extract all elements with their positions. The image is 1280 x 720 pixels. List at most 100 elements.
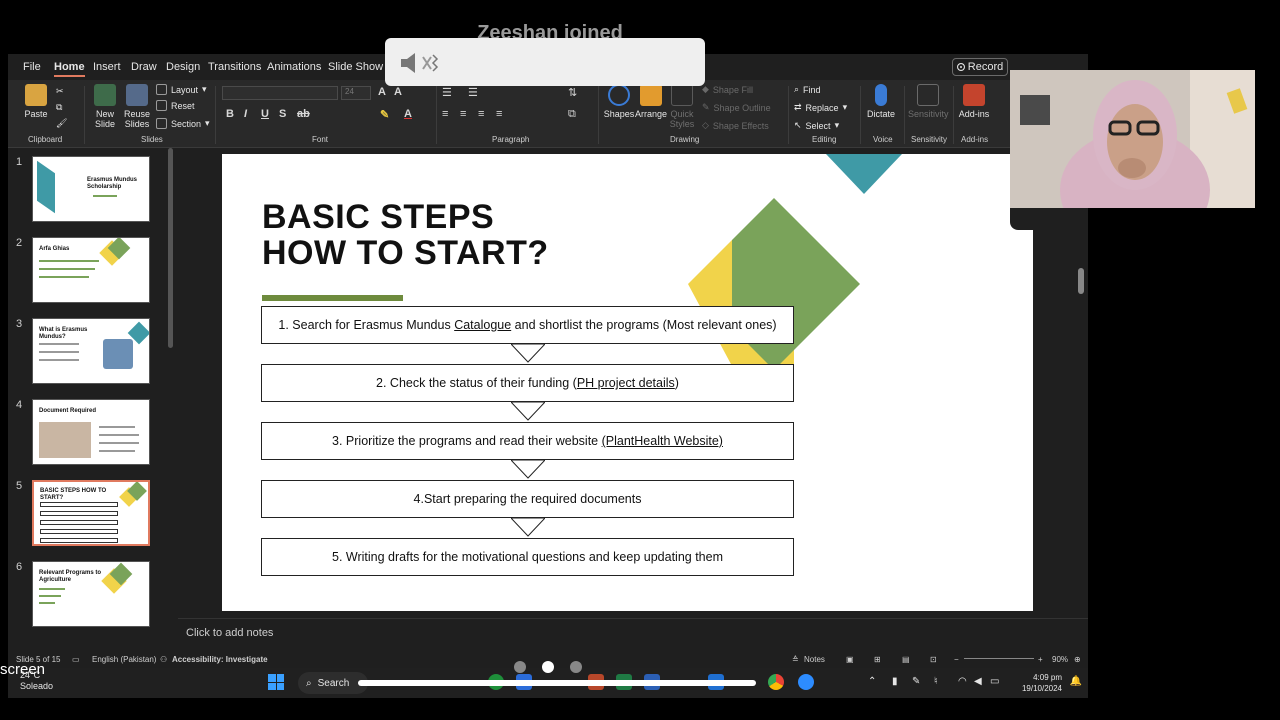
fit-to-window-icon[interactable]: ⊕ <box>1074 655 1081 664</box>
reset-button[interactable]: Reset <box>156 100 195 111</box>
shadow-icon[interactable]: S <box>279 108 286 120</box>
microphone-icon[interactable]: ♮ <box>934 676 938 687</box>
spellcheck-icon[interactable]: ▭ <box>72 655 80 664</box>
reuse-slides-button[interactable]: Reuse Slides <box>122 84 152 129</box>
reset-icon <box>156 100 167 111</box>
strikethrough-icon[interactable]: ab <box>297 108 310 120</box>
notes-pane[interactable]: Click to add notes <box>178 618 1088 648</box>
planthealth-link[interactable]: (PlantHealth Website) <box>602 434 723 448</box>
battery-icon[interactable]: ▭ <box>990 676 999 687</box>
carousel-dot[interactable] <box>570 661 582 673</box>
tab-animations[interactable]: Animations <box>267 61 321 73</box>
underline-icon[interactable]: U <box>261 108 269 120</box>
chrome-icon[interactable] <box>768 674 784 690</box>
step-text: 3. Prioritize the programs and read thei… <box>332 434 602 448</box>
tab-home[interactable]: Home <box>54 61 85 77</box>
slide-title[interactable]: BASIC STEPS HOW TO START? <box>262 199 549 271</box>
record-button[interactable]: Record <box>952 58 1008 76</box>
slide-thumbnail-6[interactable]: Relevant Programs to Agriculture <box>32 561 150 627</box>
slide-thumbnail-3[interactable]: What is Erasmus Mundus? <box>32 318 150 384</box>
numbering-icon[interactable]: ☰ <box>468 86 478 99</box>
justify-icon[interactable]: ≡ <box>496 108 502 120</box>
notification-bell-icon[interactable]: 🔔 <box>1070 676 1082 687</box>
align-left-icon[interactable]: ≡ <box>442 108 448 120</box>
notes-button[interactable]: Notes <box>804 655 825 664</box>
accessibility-status[interactable]: Accessibility: Investigate <box>172 655 268 664</box>
windows-start-icon[interactable] <box>268 674 284 690</box>
pen-icon[interactable]: ✎ <box>912 676 920 687</box>
section-button[interactable]: Section ▾ <box>156 118 210 129</box>
zoom-slider[interactable] <box>964 658 1034 659</box>
slide-thumbnail-1[interactable]: Erasmus Mundus Scholarship <box>32 156 150 222</box>
zoom-app-icon[interactable] <box>798 674 814 690</box>
select-button[interactable]: ↖ Select ▾ <box>794 120 839 131</box>
copy-icon[interactable]: ⧉ <box>56 102 62 113</box>
zoom-out-icon[interactable]: − <box>954 655 959 664</box>
smartart-icon[interactable]: ⧉ <box>568 108 576 121</box>
normal-view-icon[interactable]: ▣ <box>846 655 854 664</box>
tab-draw[interactable]: Draw <box>131 61 157 73</box>
chevron-up-icon[interactable]: ⌃ <box>868 676 876 687</box>
font-name-field[interactable] <box>222 86 338 100</box>
tab-transitions[interactable]: Transitions <box>208 61 261 73</box>
thumbnail-scrollbar[interactable] <box>168 148 173 348</box>
zoom-in-icon[interactable]: + <box>1038 655 1043 664</box>
wifi-icon[interactable]: ◠ <box>958 676 967 687</box>
slide-thumbnail-5[interactable]: BASIC STEPS HOW TO START? <box>31 479 151 547</box>
replace-button[interactable]: ⇄ Replace ▾ <box>794 102 847 113</box>
step-box-1[interactable]: 1. Search for Erasmus Mundus Catalogue a… <box>261 306 794 344</box>
paste-button[interactable]: Paste <box>22 84 50 119</box>
quick-styles-button[interactable]: Quick Styles <box>668 84 696 129</box>
slide-sorter-icon[interactable]: ⊞ <box>874 655 881 664</box>
shape-fill-button[interactable]: ◆ Shape Fill <box>702 84 753 95</box>
ph-project-link[interactable]: PH project details <box>577 376 675 390</box>
tab-insert[interactable]: Insert <box>93 61 121 73</box>
tab-slide-show[interactable]: Slide Show <box>328 61 383 73</box>
bullets-icon[interactable]: ☰ <box>442 86 452 99</box>
slide-thumbnail-2[interactable]: Arfa Ghias <box>32 237 150 303</box>
tab-design[interactable]: Design <box>166 61 200 73</box>
font-color-icon[interactable]: A <box>404 108 412 120</box>
align-right-icon[interactable]: ≡ <box>478 108 484 120</box>
step-box-3[interactable]: 3. Prioritize the programs and read thei… <box>261 422 794 460</box>
sensitivity-button[interactable]: Sensitivity <box>908 84 949 119</box>
slideshow-icon[interactable]: ⊡ <box>930 655 937 664</box>
shapes-button[interactable]: Shapes <box>602 84 636 119</box>
highlight-icon[interactable]: ✎ <box>380 108 389 121</box>
increase-font-icon[interactable]: A <box>378 86 386 98</box>
catalogue-link[interactable]: Catalogue <box>454 318 511 332</box>
layout-button[interactable]: Layout ▾ <box>156 84 207 95</box>
new-slide-button[interactable]: New Slide <box>90 84 120 129</box>
arrange-button[interactable]: Arrange <box>634 84 668 119</box>
zoom-level[interactable]: 90% <box>1052 655 1068 664</box>
text-direction-icon[interactable]: ⇅ <box>568 86 577 99</box>
carousel-dot[interactable] <box>514 661 526 673</box>
cut-icon[interactable]: ✂ <box>56 86 64 97</box>
step-box-4[interactable]: 4.Start preparing the required documents <box>261 480 794 518</box>
shape-effects-button[interactable]: ◇ Shape Effects <box>702 120 769 131</box>
add-ins-button[interactable]: Add-ins <box>956 84 992 119</box>
thumb-line <box>39 260 99 262</box>
find-button[interactable]: ⌕ Find <box>794 84 821 95</box>
bold-icon[interactable]: B <box>226 108 234 120</box>
language-indicator[interactable]: English (Pakistan) <box>92 655 156 664</box>
video-progress-bar[interactable] <box>358 680 756 686</box>
reading-view-icon[interactable]: ▤ <box>902 655 910 664</box>
slide-canvas[interactable]: BASIC STEPS HOW TO START? 1. Search for … <box>222 154 1033 611</box>
dictate-button[interactable]: Dictate <box>864 84 898 119</box>
italic-icon[interactable]: I <box>244 108 247 120</box>
decrease-font-icon[interactable]: A <box>394 86 402 98</box>
editor-scrollbar[interactable] <box>1078 268 1084 294</box>
taskbar-clock[interactable]: 4:09 pm 19/10/2024 <box>1022 672 1062 694</box>
step-box-2[interactable]: 2. Check the status of their funding (PH… <box>261 364 794 402</box>
font-size-field[interactable]: 24 <box>341 86 371 100</box>
volume-icon[interactable]: ◀ <box>974 676 982 687</box>
carousel-dot-active[interactable] <box>542 661 554 673</box>
tray-icon[interactable]: ▮ <box>892 676 898 687</box>
shape-outline-button[interactable]: ✎ Shape Outline <box>702 102 771 113</box>
slide-thumbnail-4[interactable]: Document Required <box>32 399 150 465</box>
tab-file[interactable]: File <box>23 61 41 73</box>
align-center-icon[interactable]: ≡ <box>460 108 466 120</box>
format-painter-icon[interactable]: 🖌 <box>56 118 67 129</box>
step-box-5[interactable]: 5. Writing drafts for the motivational q… <box>261 538 794 576</box>
